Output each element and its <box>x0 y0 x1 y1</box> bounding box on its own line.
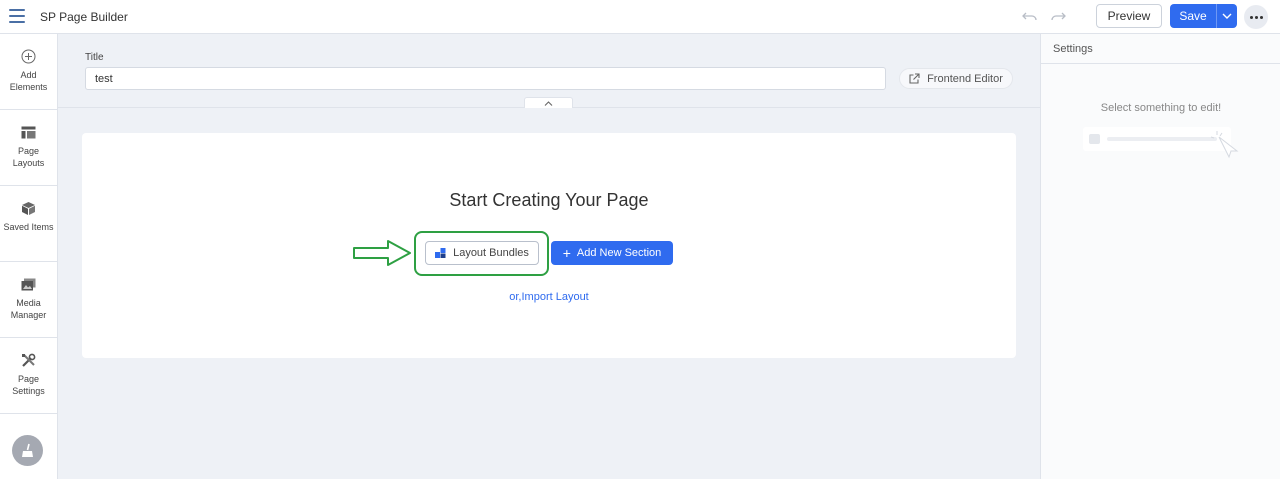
plus-circle-icon <box>21 48 37 64</box>
frontend-editor-button[interactable]: Frontend Editor <box>899 68 1013 89</box>
layout-icon <box>21 124 37 140</box>
sidebar-item-label: Saved Items <box>3 222 54 232</box>
cursor-illustration-icon <box>1083 127 1239 159</box>
app-title: SP Page Builder <box>40 10 128 24</box>
import-prefix: or, <box>509 291 522 303</box>
sidebar-item-label: Add Elements <box>9 70 48 92</box>
save-options-button[interactable] <box>1216 4 1237 28</box>
sidebar-item-add-elements[interactable]: Add Elements <box>0 34 57 110</box>
settings-panel: Settings Select something to edit! <box>1040 34 1280 479</box>
add-new-section-label: Add New Section <box>576 247 662 259</box>
sidebar-item-label: Page Settings <box>12 374 45 396</box>
settings-title: Settings <box>1041 34 1280 64</box>
broom-icon[interactable] <box>12 435 43 466</box>
main-area: Title Frontend Editor Start Creating You… <box>58 34 1040 479</box>
box-icon <box>21 200 37 216</box>
tools-icon <box>21 352 37 368</box>
sidebar: Add Elements Page Layouts Saved Items Me… <box>0 34 58 479</box>
layout-bundles-button[interactable]: Layout Bundles <box>425 241 539 265</box>
sidebar-item-label: Media Manager <box>10 298 47 320</box>
redo-icon[interactable] <box>1050 9 1066 23</box>
plus-icon: + <box>562 245 571 261</box>
title-input[interactable] <box>85 67 886 90</box>
import-layout-link[interactable]: Import Layout <box>521 291 588 303</box>
arrow-right-icon <box>353 240 411 266</box>
preview-button[interactable]: Preview <box>1096 4 1162 28</box>
add-new-section-button[interactable]: + Add New Section <box>551 241 673 265</box>
images-icon <box>21 276 37 292</box>
save-button[interactable]: Save <box>1170 4 1216 28</box>
top-bar: SP Page Builder Preview Save <box>0 0 1280 34</box>
sidebar-item-label: Page Layouts <box>12 146 45 168</box>
undo-icon[interactable] <box>1022 9 1038 23</box>
title-label: Title <box>85 52 104 63</box>
frontend-editor-label: Frontend Editor <box>927 72 1003 85</box>
external-link-icon <box>909 73 920 84</box>
collapse-toggle[interactable] <box>524 97 573 108</box>
menu-icon[interactable] <box>9 9 25 23</box>
title-area: Title Frontend Editor <box>58 34 1040 108</box>
chevron-down-icon <box>1222 13 1232 19</box>
canvas-heading: Start Creating Your Page <box>449 190 649 210</box>
sidebar-item-page-layouts[interactable]: Page Layouts <box>0 110 57 186</box>
page-canvas: Start Creating Your Page Layout Bundles … <box>82 133 1016 358</box>
sidebar-item-media-manager[interactable]: Media Manager <box>0 262 57 338</box>
import-row: or,Import Layout <box>82 291 1016 303</box>
bundles-icon <box>435 247 446 258</box>
sidebar-item-saved-items[interactable]: Saved Items <box>0 186 57 262</box>
sidebar-item-page-settings[interactable]: Page Settings <box>0 338 57 414</box>
chevron-up-icon <box>544 100 553 106</box>
settings-empty-text: Select something to edit! <box>1100 102 1222 114</box>
layout-bundles-label: Layout Bundles <box>453 247 529 259</box>
more-options-button[interactable] <box>1244 5 1268 29</box>
